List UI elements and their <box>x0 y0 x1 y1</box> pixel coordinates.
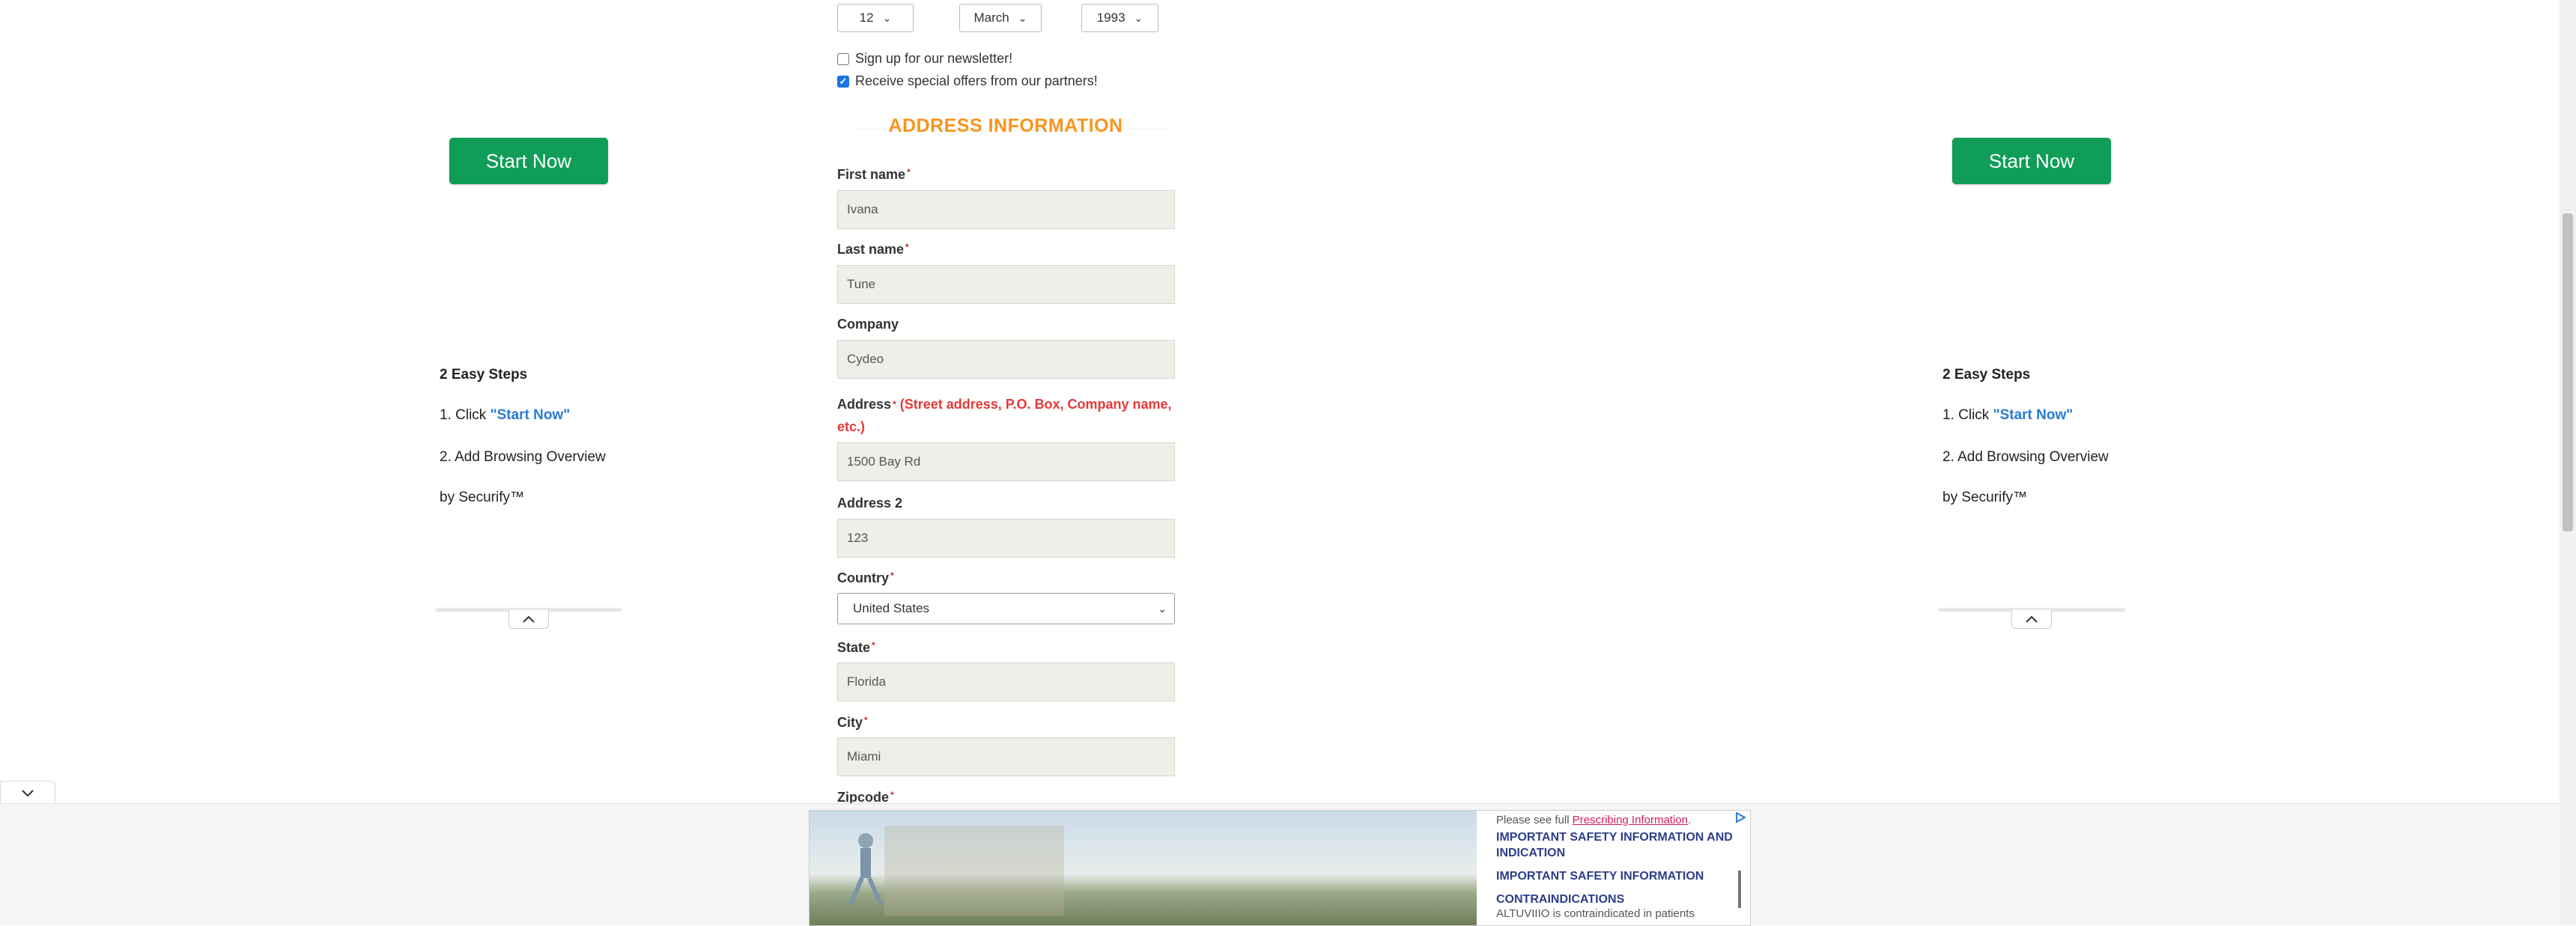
chevron-down-icon: ⌄ <box>1018 11 1027 24</box>
state-input[interactable]: Florida <box>837 662 1175 701</box>
country-select[interactable]: United States ⌄ <box>837 593 1175 624</box>
partner-offers-row[interactable]: ✓ Receive special offers from our partne… <box>837 73 1098 89</box>
ad-image <box>809 811 1477 925</box>
address-hint: (Street address, P.O. Box, Company name, <box>899 397 1172 412</box>
steps-title: 2 Easy Steps <box>440 367 528 383</box>
adchoices-icon[interactable] <box>1735 811 1747 826</box>
last-name-label: Last name * <box>837 242 909 257</box>
chevron-up-icon <box>523 615 535 623</box>
section-divider-right <box>1129 129 1167 130</box>
city-input[interactable]: Miami <box>837 737 1175 776</box>
chevron-up-icon <box>2026 615 2038 623</box>
dob-year-value: 1993 <box>1096 10 1126 25</box>
city-label: City * <box>837 715 868 730</box>
step-1-prefix: 1. Click <box>440 407 490 423</box>
step-1-prefix: 1. Click <box>1942 407 1993 423</box>
ad-heading-2: IMPORTANT SAFETY INFORMATION <box>1496 870 1704 883</box>
dob-month-select[interactable]: March ⌄ <box>959 4 1042 32</box>
ad-heading-3: CONTRAINDICATIONS <box>1496 893 1625 906</box>
ad-heading-1: IMPORTANT SAFETY INFORMATION AND INDICAT… <box>1496 831 1733 859</box>
dob-day-value: 12 <box>859 10 874 25</box>
prescribing-info-link[interactable]: Prescribing Information <box>1573 814 1688 826</box>
ad-body: ALTUVIIIO is contraindicated in patients <box>1496 907 1695 920</box>
chevron-down-icon: ⌄ <box>882 11 892 24</box>
page-scrollbar-thumb[interactable] <box>2563 213 2573 531</box>
chevron-down-icon: ⌄ <box>1158 602 1167 615</box>
start-now-link[interactable]: "Start Now" <box>490 407 571 423</box>
country-label: Country * <box>837 570 894 585</box>
steps-panel-right: 2 Easy Steps 1. Click "Start Now" 2. Add… <box>1942 367 2137 531</box>
dob-year-select[interactable]: 1993 ⌄ <box>1081 4 1158 32</box>
address2-input[interactable]: 123 <box>837 519 1175 558</box>
address-label: Address * (Street address, P.O. Box, Comp… <box>837 393 1175 438</box>
address2-label: Address 2 <box>837 496 903 511</box>
ad-scrollbar[interactable] <box>1738 871 1741 908</box>
step-2-brand: by Securify™ <box>440 490 524 505</box>
ad-text-panel: Please see full Prescribing Information.… <box>1496 814 1736 920</box>
newsletter-label: Sign up for our newsletter! <box>855 51 1013 66</box>
newsletter-row[interactable]: Sign up for our newsletter! <box>837 51 1012 67</box>
last-name-input[interactable]: Tune <box>837 265 1175 304</box>
bottom-ad-banner[interactable]: Please see full Prescribing Information.… <box>809 810 1751 926</box>
ad-runner-illustration <box>848 826 1064 916</box>
company-label: Company <box>837 317 899 332</box>
step-1: 1. Click "Start Now" <box>1942 407 2137 424</box>
dob-month-value: March <box>973 10 1009 25</box>
section-title: ADDRESS INFORMATION <box>888 115 1123 136</box>
start-now-button-left[interactable]: Start Now <box>449 138 608 184</box>
ad-intro: Please see full Prescribing Information. <box>1496 814 1692 826</box>
first-name-label: First name * <box>837 167 911 182</box>
partner-offers-label: Receive special offers from our partners… <box>855 73 1098 88</box>
newsletter-checkbox[interactable] <box>837 52 849 65</box>
ad-collapse-toggle[interactable] <box>0 781 55 804</box>
collapse-toggle-right[interactable] <box>2011 610 2052 629</box>
step-2: 2. Add Browsing Overview <box>1942 449 2109 465</box>
step-2: 2. Add Browsing Overview <box>440 449 606 465</box>
collapse-toggle-left[interactable] <box>508 610 549 629</box>
steps-panel-left: 2 Easy Steps 1. Click "Start Now" 2. Add… <box>440 367 634 531</box>
first-name-input[interactable]: Ivana <box>837 190 1175 229</box>
partner-offers-checkbox[interactable]: ✓ <box>837 75 849 88</box>
address-input[interactable]: 1500 Bay Rd <box>837 442 1175 481</box>
company-input[interactable]: Cydeo <box>837 340 1175 379</box>
steps-title: 2 Easy Steps <box>1942 367 2031 383</box>
start-now-link[interactable]: "Start Now" <box>1993 407 2074 423</box>
state-label: State * <box>837 640 875 655</box>
chevron-down-icon <box>22 790 34 796</box>
chevron-down-icon: ⌄ <box>1134 11 1143 24</box>
dob-day-select[interactable]: 12 ⌄ <box>837 4 914 32</box>
address-hint-end: etc.) <box>837 419 866 434</box>
step-1: 1. Click "Start Now" <box>440 407 634 424</box>
start-now-button-right[interactable]: Start Now <box>1952 138 2111 184</box>
country-value: United States <box>853 601 930 615</box>
step-2-brand: by Securify™ <box>1942 490 2027 505</box>
